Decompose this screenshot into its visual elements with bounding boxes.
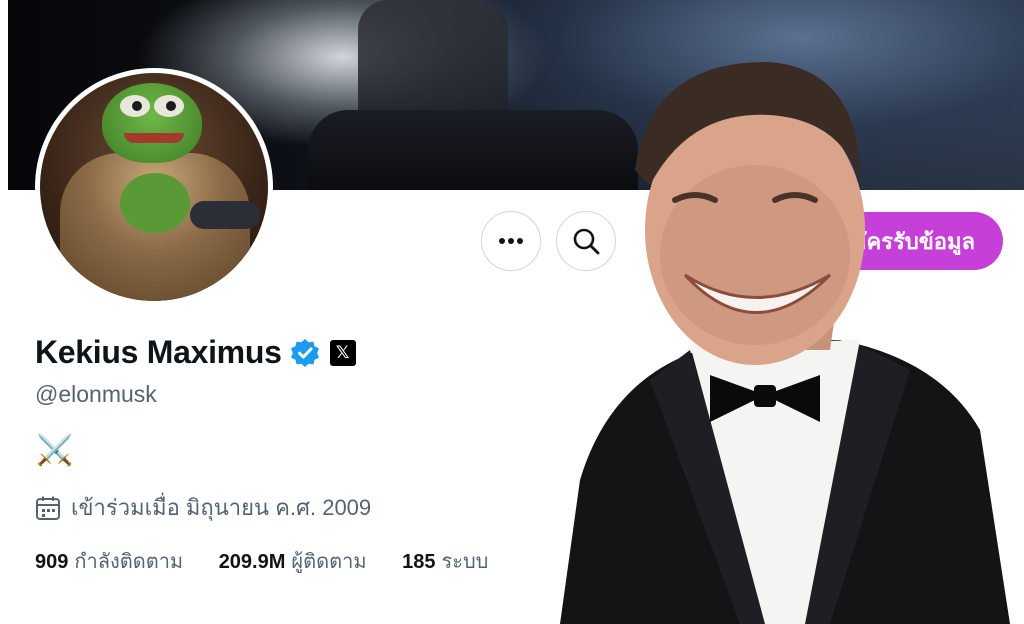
x-affiliate-badge[interactable]: 𝕏	[329, 339, 356, 366]
avatar-belly	[120, 173, 190, 233]
avatar-image	[40, 73, 268, 301]
joined-date: เข้าร่วมเมื่อ มิถุนายน ค.ศ. 2009	[35, 490, 371, 525]
following-stat[interactable]: 909 กำลังติดตาม	[35, 551, 183, 573]
subscriptions-label: ระบบ	[441, 551, 489, 573]
following-count: 909	[35, 551, 69, 573]
subscriptions-stat[interactable]: 185 ระบบ	[402, 551, 488, 573]
profile-avatar[interactable]	[35, 68, 273, 306]
person-photo-overlay	[560, 61, 1010, 624]
profile-stats: 909 กำลังติดตาม 209.9M ผู้ติดตาม 185 ระบบ	[35, 545, 518, 577]
avatar-eye-right	[154, 95, 184, 117]
followers-count: 209.9M	[218, 551, 286, 573]
followers-stat[interactable]: 209.9M ผู้ติดตาม	[219, 551, 367, 573]
more-button[interactable]	[481, 211, 541, 271]
following-label: กำลังติดตาม	[74, 551, 184, 573]
avatar-mouth	[124, 133, 184, 143]
profile-bio: ⚔️	[36, 434, 74, 467]
more-icon	[499, 238, 523, 244]
avatar-frog-head	[102, 83, 202, 163]
profile-name-row: Kekius Maximus 𝕏	[35, 334, 356, 371]
avatar-controller	[190, 201, 260, 229]
calendar-icon	[36, 496, 60, 520]
profile-handle: @elonmusk	[35, 381, 157, 407]
avatar-eye-left	[120, 95, 150, 117]
display-name: Kekius Maximus	[35, 334, 282, 370]
verified-badge-icon[interactable]	[290, 338, 320, 368]
joined-date-text: เข้าร่วมเมื่อ มิถุนายน ค.ศ. 2009	[71, 495, 372, 520]
followers-label: ผู้ติดตาม	[291, 551, 367, 573]
subscriptions-count: 185	[402, 551, 436, 573]
